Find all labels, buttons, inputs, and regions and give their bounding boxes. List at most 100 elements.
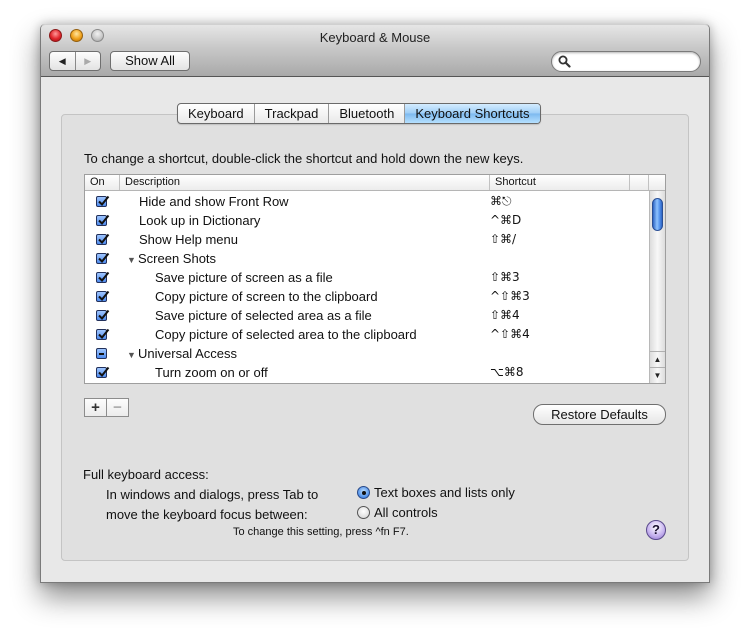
search-field[interactable] [551,51,701,72]
checkmark-icon [98,214,110,225]
table-row[interactable]: Save picture of selected area as a file ⇧… [85,306,649,325]
column-header-shortcut[interactable]: Shortcut [490,175,630,190]
row-description: Copy picture of selected area to the cli… [155,325,417,344]
checkmark-icon [98,233,110,244]
row-description: Copy picture of screen to the clipboard [155,287,378,306]
description-text: Show Help menu [139,232,238,247]
checkmark-icon [98,328,110,339]
back-arrow-icon[interactable]: ◀ [50,52,76,70]
shortcuts-table: On Description Shortcut Hide and show Fr… [84,174,666,384]
scroll-down-icon[interactable]: ▼ [650,367,665,384]
checkmark-icon [98,271,110,282]
checkbox-checked-icon[interactable] [96,328,110,340]
checkmark-icon [98,195,110,206]
tab-bar: Keyboard Trackpad Bluetooth Keyboard Sho… [177,103,541,124]
tab-keyboard-shortcuts[interactable]: Keyboard Shortcuts [405,104,540,123]
restore-defaults-button[interactable]: Restore Defaults [533,404,666,425]
preferences-window: Keyboard & Mouse ◀ ▶ Show All Keyboard T… [40,24,710,583]
radio-selected-icon[interactable] [357,486,370,499]
row-description: Turn zoom on or off [155,363,268,382]
row-description: Save picture of screen as a file [155,268,333,287]
radio-label: All controls [374,505,438,520]
checkbox-checked-icon[interactable] [96,214,110,226]
tab-trackpad[interactable]: Trackpad [255,104,330,123]
checkbox-checked-icon[interactable] [96,290,110,302]
vertical-scrollbar[interactable]: ▲ ▼ [649,191,665,383]
scroll-up-icon[interactable]: ▲ [650,351,665,368]
full-keyboard-access-description: In windows and dialogs, press Tab to mov… [106,485,318,525]
row-shortcut[interactable]: ⌥⌘8 [490,363,523,382]
row-description: Look up in Dictionary [139,211,260,230]
add-remove-control: + − [84,398,129,417]
row-description: ▼ Screen Shots [127,249,216,270]
row-shortcut[interactable]: ⇧⌘/ [490,230,516,249]
row-description: Save picture of selected area as a file [155,306,372,325]
description-text: Copy picture of screen to the clipboard [155,289,378,304]
add-shortcut-button[interactable]: + [85,399,107,416]
checkbox-checked-icon[interactable] [96,366,110,378]
table-row[interactable]: Copy picture of selected area to the cli… [85,325,649,344]
description-text: Look up in Dictionary [139,213,261,228]
checkmark-icon [98,309,110,320]
description-text: Universal Access [138,346,237,361]
checkbox-checked-icon[interactable] [96,309,110,321]
column-header-on[interactable]: On [85,175,120,190]
radio-all-controls[interactable]: All controls [357,505,438,520]
back-forward-control: ◀ ▶ [49,51,101,71]
keyboard-access-hint: To change this setting, press ^fn F7. [233,526,409,538]
table-row[interactable]: Copy picture of screen to the clipboard ^… [85,287,649,306]
show-all-button[interactable]: Show All [110,51,190,71]
column-header-extra [630,175,649,190]
radio-label: Text boxes and lists only [374,485,515,500]
row-shortcut[interactable]: ^⌘D [490,211,521,230]
row-shortcut[interactable]: ⌘⎋ [490,192,512,211]
row-shortcut[interactable]: ⇧⌘4 [490,306,520,325]
checkbox-checked-icon[interactable] [96,233,110,245]
table-row[interactable]: Hide and show Front Row ⌘⎋ [85,192,649,211]
description-line-2: move the keyboard focus between: [106,507,308,522]
checkbox-checked-icon[interactable] [96,271,110,283]
table-header: On Description Shortcut [85,175,665,191]
window-title: Keyboard & Mouse [319,30,431,45]
full-keyboard-access-label: Full keyboard access: [83,467,209,482]
row-shortcut[interactable]: ^⇧⌘3 [490,287,530,306]
checkbox-checked-icon[interactable] [96,252,110,264]
dash-mark [99,353,104,355]
remove-shortcut-button[interactable]: − [107,399,128,416]
search-icon [558,55,571,68]
row-shortcut[interactable]: ⇧⌘3 [490,268,520,287]
column-header-description[interactable]: Description [120,175,490,190]
row-shortcut[interactable]: ^⇧⌘4 [490,325,530,344]
table-group-row[interactable]: ▼ Screen Shots [85,249,649,268]
table-row[interactable]: Save picture of screen as a file ⇧⌘3 [85,268,649,287]
table-row[interactable]: Turn zoom on or off ⌥⌘8 [85,363,649,382]
row-description: Hide and show Front Row [139,192,289,211]
scrollbar-thumb[interactable] [652,198,663,231]
row-description: Show Help menu [139,230,238,249]
table-group-row[interactable]: ▼ Universal Access [85,344,649,363]
description-text: Save picture of screen as a file [155,270,333,285]
title-bar: Keyboard & Mouse ◀ ▶ Show All [41,24,709,77]
description-text: Copy picture of selected area to the cli… [155,327,417,342]
tab-keyboard[interactable]: Keyboard [178,104,255,123]
description-line-1: In windows and dialogs, press Tab to [106,487,319,502]
radio-text-boxes-and-lists[interactable]: Text boxes and lists only [357,485,515,500]
description-text: Turn zoom on or off [155,365,268,380]
radio-unselected-icon[interactable] [357,506,370,519]
row-description: ▼ Universal Access [127,344,237,365]
tab-bluetooth[interactable]: Bluetooth [329,104,406,123]
checkmark-icon [98,252,110,263]
instructions-text: To change a shortcut, double-click the s… [84,151,524,166]
table-row[interactable]: Look up in Dictionary ^⌘D [85,211,649,230]
table-row[interactable]: Show Help menu ⇧⌘/ [85,230,649,249]
checkmark-icon [98,290,110,301]
description-text: Hide and show Front Row [139,194,289,209]
forward-arrow-icon[interactable]: ▶ [76,52,101,70]
checkmark-icon [98,366,110,377]
checkbox-mixed-icon[interactable] [96,348,107,359]
table-body: Hide and show Front Row ⌘⎋ Look up in Dict… [85,192,649,382]
checkbox-checked-icon[interactable] [96,195,110,207]
description-text: Screen Shots [138,251,217,266]
help-button[interactable]: ? [646,520,666,540]
description-text: Save picture of selected area as a file [155,308,372,323]
